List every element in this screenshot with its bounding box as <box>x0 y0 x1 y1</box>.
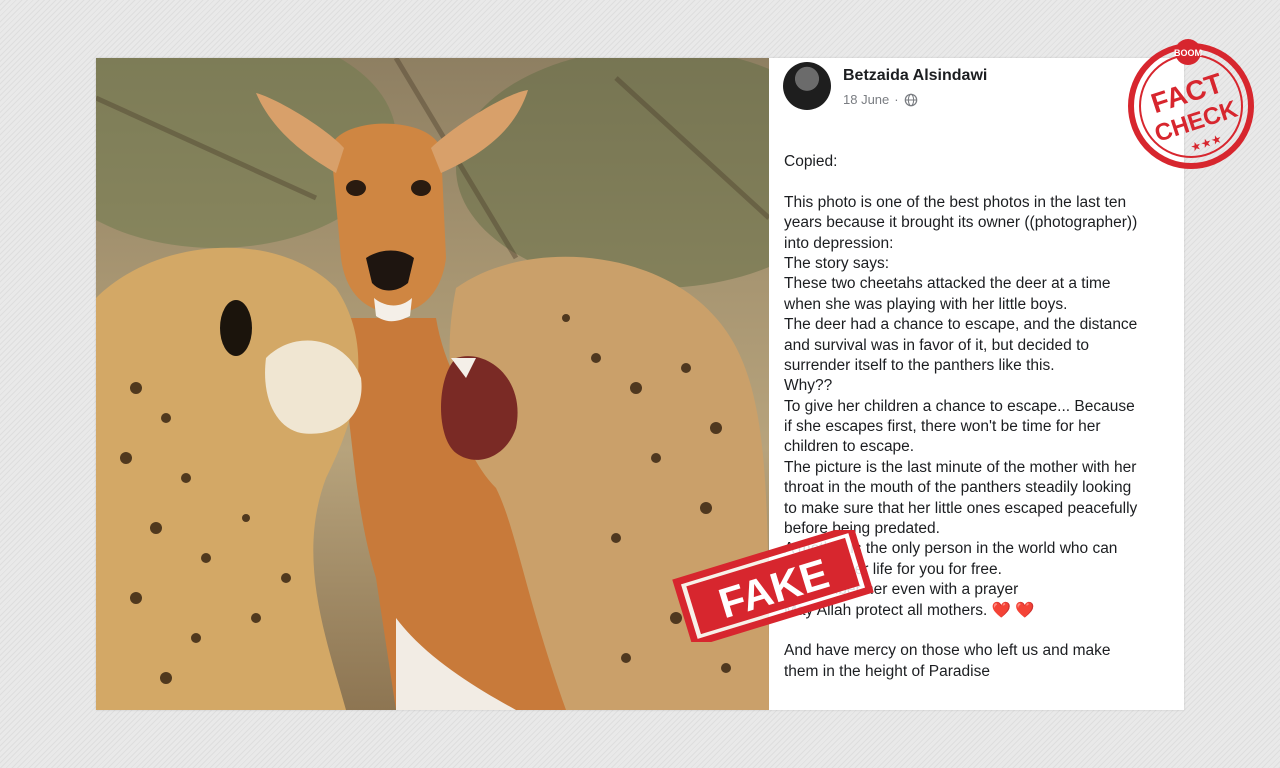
boom-logo-text: BOOM <box>1174 48 1202 58</box>
post-text-line: throat in the mouth of the panthers stea… <box>784 479 1132 497</box>
fact-check-stamp: BOOM FACT CHECK ★★★ <box>1128 39 1254 169</box>
post-date[interactable]: 18 June <box>843 92 889 107</box>
post-text-line: children to escape. <box>784 438 915 456</box>
post-text-line: if she escapes first, there won't be tim… <box>784 418 1101 436</box>
post-text-line: The deer had a chance to escape, and the… <box>784 316 1138 334</box>
post-text-line: The picture is the last minute of the mo… <box>784 458 1137 476</box>
post-text-line: into depression: <box>784 234 894 252</box>
post-text-line: This photo is one of the best photos in … <box>784 193 1127 211</box>
post-text-line: These two cheetahs attacked the deer at … <box>784 275 1111 293</box>
post-meta: 18 June · <box>843 92 918 107</box>
post-text-line: The story says: <box>784 254 890 272</box>
post-text-line: And have mercy on those who left us and … <box>784 642 1111 660</box>
post-text-line: To give her children a chance to escape.… <box>784 397 1135 415</box>
author-name[interactable]: Betzaida Alsindawi <box>843 67 987 85</box>
heart-emoji-icon: ❤️ ❤️ <box>991 601 1035 619</box>
post-text-line: Why?? <box>784 377 833 395</box>
post-text-line: surrender itself to the panthers like th… <box>784 356 1055 374</box>
globe-icon <box>904 93 917 106</box>
post-text-line: and survival was in favor of it, but dec… <box>784 336 1089 354</box>
post-text-line: Copied: <box>784 153 838 170</box>
fact-check-card: Betzaida Alsindawi 18 June · Copied: This… <box>96 58 1184 710</box>
post-text-line: them in the height of Paradise <box>784 662 990 680</box>
meta-separator: · <box>894 92 899 107</box>
avatar[interactable] <box>783 62 831 110</box>
post-text-line: when she was playing with her little boy… <box>784 295 1068 313</box>
post-text-line: years because it brought its owner ((pho… <box>784 214 1138 232</box>
fake-stamp: FAKE <box>672 530 874 642</box>
post-text-line: to make sure that her little ones escape… <box>784 499 1138 517</box>
